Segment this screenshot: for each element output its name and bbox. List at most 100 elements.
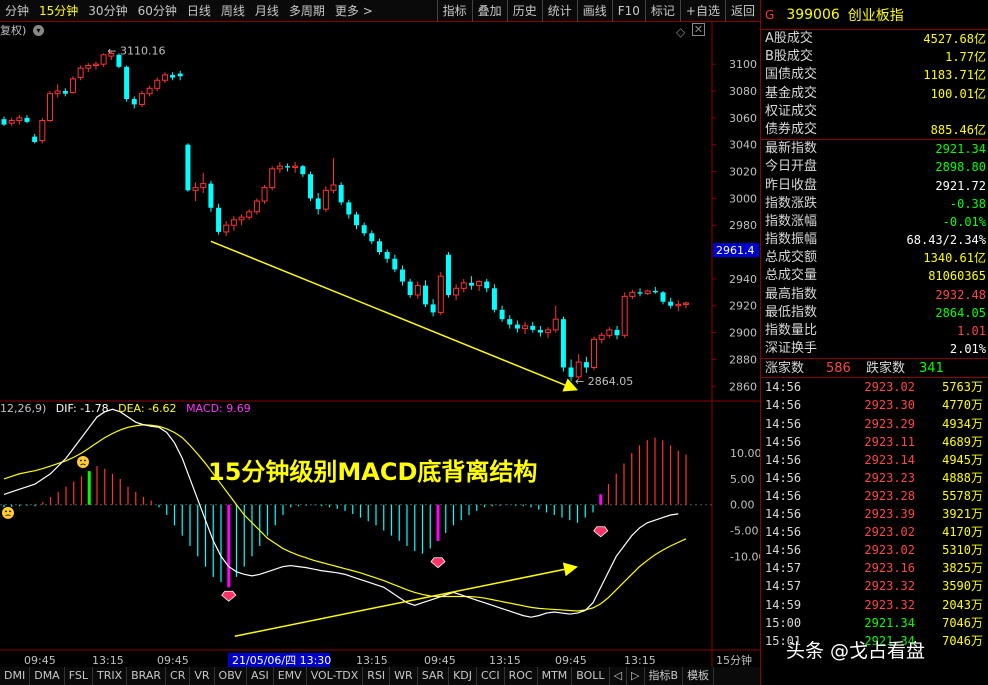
toolbar-button-1[interactable]: 叠加 (471, 0, 507, 22)
indicator-tab-9[interactable]: EMV (274, 667, 307, 685)
kline-chart-area[interactable]: 2860288029002920294029602980300030203040… (0, 22, 760, 667)
toolbar-button-3[interactable]: 统计 (541, 0, 577, 22)
period-tab-4[interactable]: 日线 (182, 0, 216, 22)
indicator-tab-2[interactable]: FSL (65, 667, 93, 685)
tick-time: 14:56 (765, 507, 802, 522)
tick-row: 14:56 2923.39 3921万 (761, 505, 988, 523)
candle-body (16, 117, 23, 122)
price-tick-label: 2880 (729, 353, 757, 366)
indicator-tab-3[interactable]: TRIX (93, 667, 128, 685)
stat-value: 4527.68亿 (923, 32, 986, 46)
candle-body (598, 334, 605, 340)
stat-row: B股成交 1.77亿 (761, 48, 988, 66)
sad-face-icon (2, 506, 14, 519)
tick-time: 14:56 (765, 434, 802, 449)
candle-body (491, 288, 497, 310)
indicator-tab-19[interactable]: ◁ (610, 667, 628, 685)
price-tick-label: 3060 (729, 112, 757, 125)
tick-time: 14:56 (765, 416, 802, 431)
candle-body (629, 291, 636, 297)
indicator-tab-17[interactable]: MTM (538, 667, 573, 685)
tick-price: 2923.16 (864, 561, 915, 576)
period-tab-0[interactable]: 分钟 (0, 0, 34, 22)
candle-body (8, 120, 15, 124)
price-tick-label: 3080 (729, 85, 757, 98)
tick-price: 2923.02 (864, 525, 915, 540)
tick-time: 14:56 (765, 380, 802, 395)
toolbar-button-5[interactable]: F10 (611, 0, 645, 22)
stat-value: 100.01亿 (930, 86, 986, 101)
candle-body (453, 287, 460, 296)
indicator-tab-18[interactable]: BOLL (572, 667, 610, 685)
toolbar-button-0[interactable]: 指标 (436, 0, 472, 22)
toolbar-button-8[interactable]: 返回 (724, 0, 760, 22)
indicator-tab-1[interactable]: DMA (30, 667, 65, 685)
toolbar-button-7[interactable]: +自选 (679, 0, 725, 22)
price-tick-label: 2860 (729, 380, 757, 393)
tick-row: 14:57 2923.32 3590万 (761, 577, 988, 595)
toolbar-button-4[interactable]: 画线 (576, 0, 612, 22)
period-tab-3[interactable]: 60分钟 (133, 0, 182, 22)
low-label: ← 2864.05 (575, 375, 633, 388)
indicator-tab-7[interactable]: OBV (215, 667, 247, 685)
tick-price: 2923.29 (864, 416, 915, 431)
candle-body (660, 292, 666, 302)
stat-value: 2932.48 (935, 287, 986, 302)
candle-body (230, 219, 237, 226)
indicator-tab-13[interactable]: SAR (418, 667, 450, 685)
period-tab-6[interactable]: 月线 (250, 0, 284, 22)
toolbar-button-2[interactable]: 历史 (506, 0, 542, 22)
candle-body (223, 224, 230, 233)
indicator-tab-10[interactable]: VOL-TDX (307, 667, 364, 685)
indicator-tab-12[interactable]: WR (390, 667, 418, 685)
candle-body (537, 329, 543, 333)
up-count-value: 586 (826, 361, 851, 377)
diamond-icon (221, 590, 237, 602)
indicator-tab-14[interactable]: KDJ (449, 667, 477, 685)
indicator-tab-20[interactable]: ▷ (627, 667, 645, 685)
time-axis-label: 09:45 (555, 654, 587, 667)
indicator-tab-5[interactable]: CR (166, 667, 191, 685)
period-tabs: 分钟 15分钟 30分钟 60分钟 日线 周线 月线 多周期 更多 > (0, 0, 378, 22)
candle-body (200, 183, 207, 189)
candle-body (261, 187, 268, 202)
tick-time: 14:56 (765, 398, 802, 413)
candle-body (583, 362, 589, 368)
period-tab-2[interactable]: 30分钟 (83, 0, 132, 22)
time-axis-label: 13:15 (489, 654, 521, 667)
period-tab-1[interactable]: 15分钟 (34, 0, 83, 22)
candle-body (476, 281, 483, 287)
period-tab-8[interactable]: 更多 > (330, 0, 378, 22)
tick-time: 14:57 (765, 579, 802, 594)
time-axis-label: 09:45 (24, 654, 56, 667)
indicator-tab-22[interactable]: 模板 (683, 667, 715, 685)
period-tab-7[interactable]: 多周期 (284, 0, 330, 22)
indicator-tab-11[interactable]: RSI (363, 667, 391, 685)
candle-body (131, 99, 137, 105)
up-count-label: 涨家数 (765, 361, 805, 377)
indicator-tab-16[interactable]: ROC (505, 667, 538, 685)
candle-body (192, 187, 199, 191)
candle-body (514, 324, 520, 329)
period-tab-5[interactable]: 周线 (216, 0, 250, 22)
indicator-tab-21[interactable]: 指标B (645, 667, 684, 685)
tick-row: 14:56 2923.14 4945万 (761, 451, 988, 469)
candle-body (430, 304, 436, 313)
indicator-tab-6[interactable]: VR (190, 667, 215, 685)
indicator-tab-8[interactable]: ASI (247, 667, 274, 685)
price-tick-label: 3040 (729, 139, 757, 152)
candle-body (683, 302, 689, 305)
stat-value: -0.01% (942, 214, 986, 229)
candle-body (124, 66, 130, 100)
tick-volume: 4170万 (942, 525, 983, 540)
tick-price: 2923.30 (864, 398, 915, 413)
indicator-tab-4[interactable]: BRAR (127, 667, 167, 685)
stat-row: 最新指数 2921.34 (761, 140, 988, 158)
indicator-tab-15[interactable]: CCI (477, 667, 505, 685)
toolbar-button-6[interactable]: 标记 (644, 0, 680, 22)
indicator-tab-0[interactable]: DMI (0, 667, 31, 685)
candle-body (376, 241, 382, 253)
tick-list[interactable]: 14:56 2923.02 5763万 14:56 2923.30 4770万 14:56 2… (761, 378, 988, 649)
stat-row: 指数涨幅 -0.01% (761, 213, 988, 231)
candle-body (591, 338, 598, 368)
